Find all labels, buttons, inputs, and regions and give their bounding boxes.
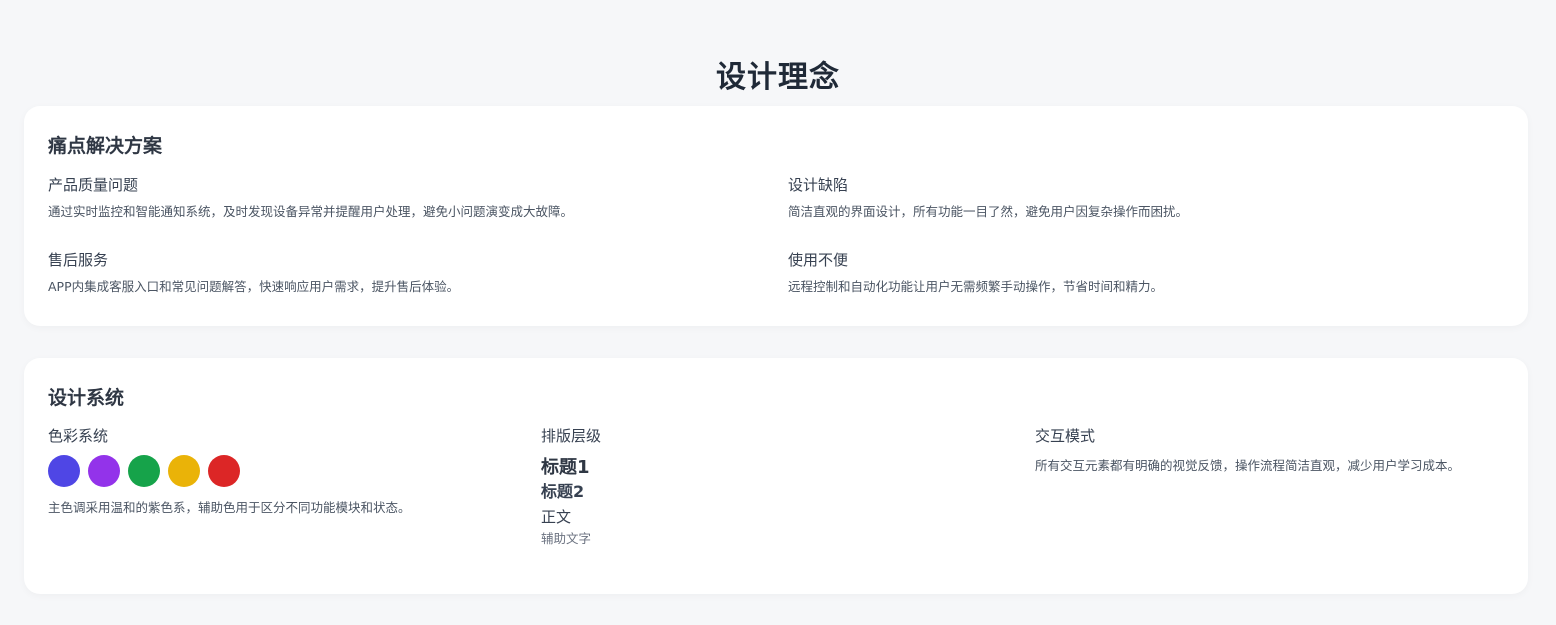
pain-point-after-sales: 售后服务 APP内集成客服入口和常见问题解答，快速响应用户需求，提升售后体验。 <box>48 250 748 296</box>
pain-point-description: APP内集成客服入口和常见问题解答，快速响应用户需求，提升售后体验。 <box>48 279 460 294</box>
color-swatch-red <box>208 455 240 487</box>
typography-title: 排版层级 <box>541 427 602 445</box>
color-swatch-green <box>128 455 160 487</box>
color-swatches <box>48 455 508 487</box>
interaction-section: 交互模式 所有交互元素都有明确的视觉反馈，操作流程简洁直观，减少用户学习成本。 <box>1035 426 1490 475</box>
design-philosophy-page: 设计理念 痛点解决方案 产品质量问题 通过实时监控和智能通知系统，及时发现设备异… <box>0 0 1556 625</box>
color-swatch-purple-blue <box>48 455 80 487</box>
pain-point-description: 通过实时监控和智能通知系统，及时发现设备异常并提醒用户处理，避免小问题演变成大故… <box>48 204 574 219</box>
color-system-description: 主色调采用温和的紫色系，辅助色用于区分不同功能模块和状态。 <box>48 500 411 515</box>
color-swatch-yellow <box>168 455 200 487</box>
typography-heading1-sample: 标题1 <box>541 457 590 478</box>
pain-point-quality: 产品质量问题 通过实时监控和智能通知系统，及时发现设备异常并提醒用户处理，避免小… <box>48 175 748 221</box>
design-system-card: 设计系统 色彩系统 主色调采用温和的紫色系，辅助色用于区分不同功能模块和状态。 … <box>24 358 1528 594</box>
interaction-title: 交互模式 <box>1035 427 1096 445</box>
typography-auxiliary-sample: 辅助文字 <box>541 531 592 546</box>
typography-body-sample: 正文 <box>541 508 572 526</box>
color-swatch-purple <box>88 455 120 487</box>
pain-point-inconvenience: 使用不便 远程控制和自动化功能让用户无需频繁手动操作，节省时间和精力。 <box>788 250 1488 296</box>
pain-point-title: 产品质量问题 <box>48 176 139 194</box>
design-system-title: 设计系统 <box>48 387 125 409</box>
color-system-title: 色彩系统 <box>48 427 109 445</box>
typography-section: 排版层级 标题1 标题2 正文 辅助文字 <box>541 426 1001 549</box>
page-title: 设计理念 <box>716 60 840 96</box>
pain-point-title: 设计缺陷 <box>788 176 849 194</box>
pain-point-description: 远程控制和自动化功能让用户无需频繁手动操作，节省时间和精力。 <box>788 279 1164 294</box>
pain-points-title: 痛点解决方案 <box>48 135 163 157</box>
pain-point-title: 使用不便 <box>788 251 849 269</box>
typography-heading2-sample: 标题2 <box>541 482 585 501</box>
pain-point-design-defect: 设计缺陷 简洁直观的界面设计，所有功能一目了然，避免用户因复杂操作而困扰。 <box>788 175 1488 221</box>
pain-point-title: 售后服务 <box>48 251 109 269</box>
pain-points-card: 痛点解决方案 产品质量问题 通过实时监控和智能通知系统，及时发现设备异常并提醒用… <box>24 106 1528 326</box>
interaction-description: 所有交互元素都有明确的视觉反馈，操作流程简洁直观，减少用户学习成本。 <box>1035 458 1461 473</box>
color-system-section: 色彩系统 主色调采用温和的紫色系，辅助色用于区分不同功能模块和状态。 <box>48 426 508 517</box>
pain-point-description: 简洁直观的界面设计，所有功能一目了然，避免用户因复杂操作而困扰。 <box>788 204 1189 219</box>
